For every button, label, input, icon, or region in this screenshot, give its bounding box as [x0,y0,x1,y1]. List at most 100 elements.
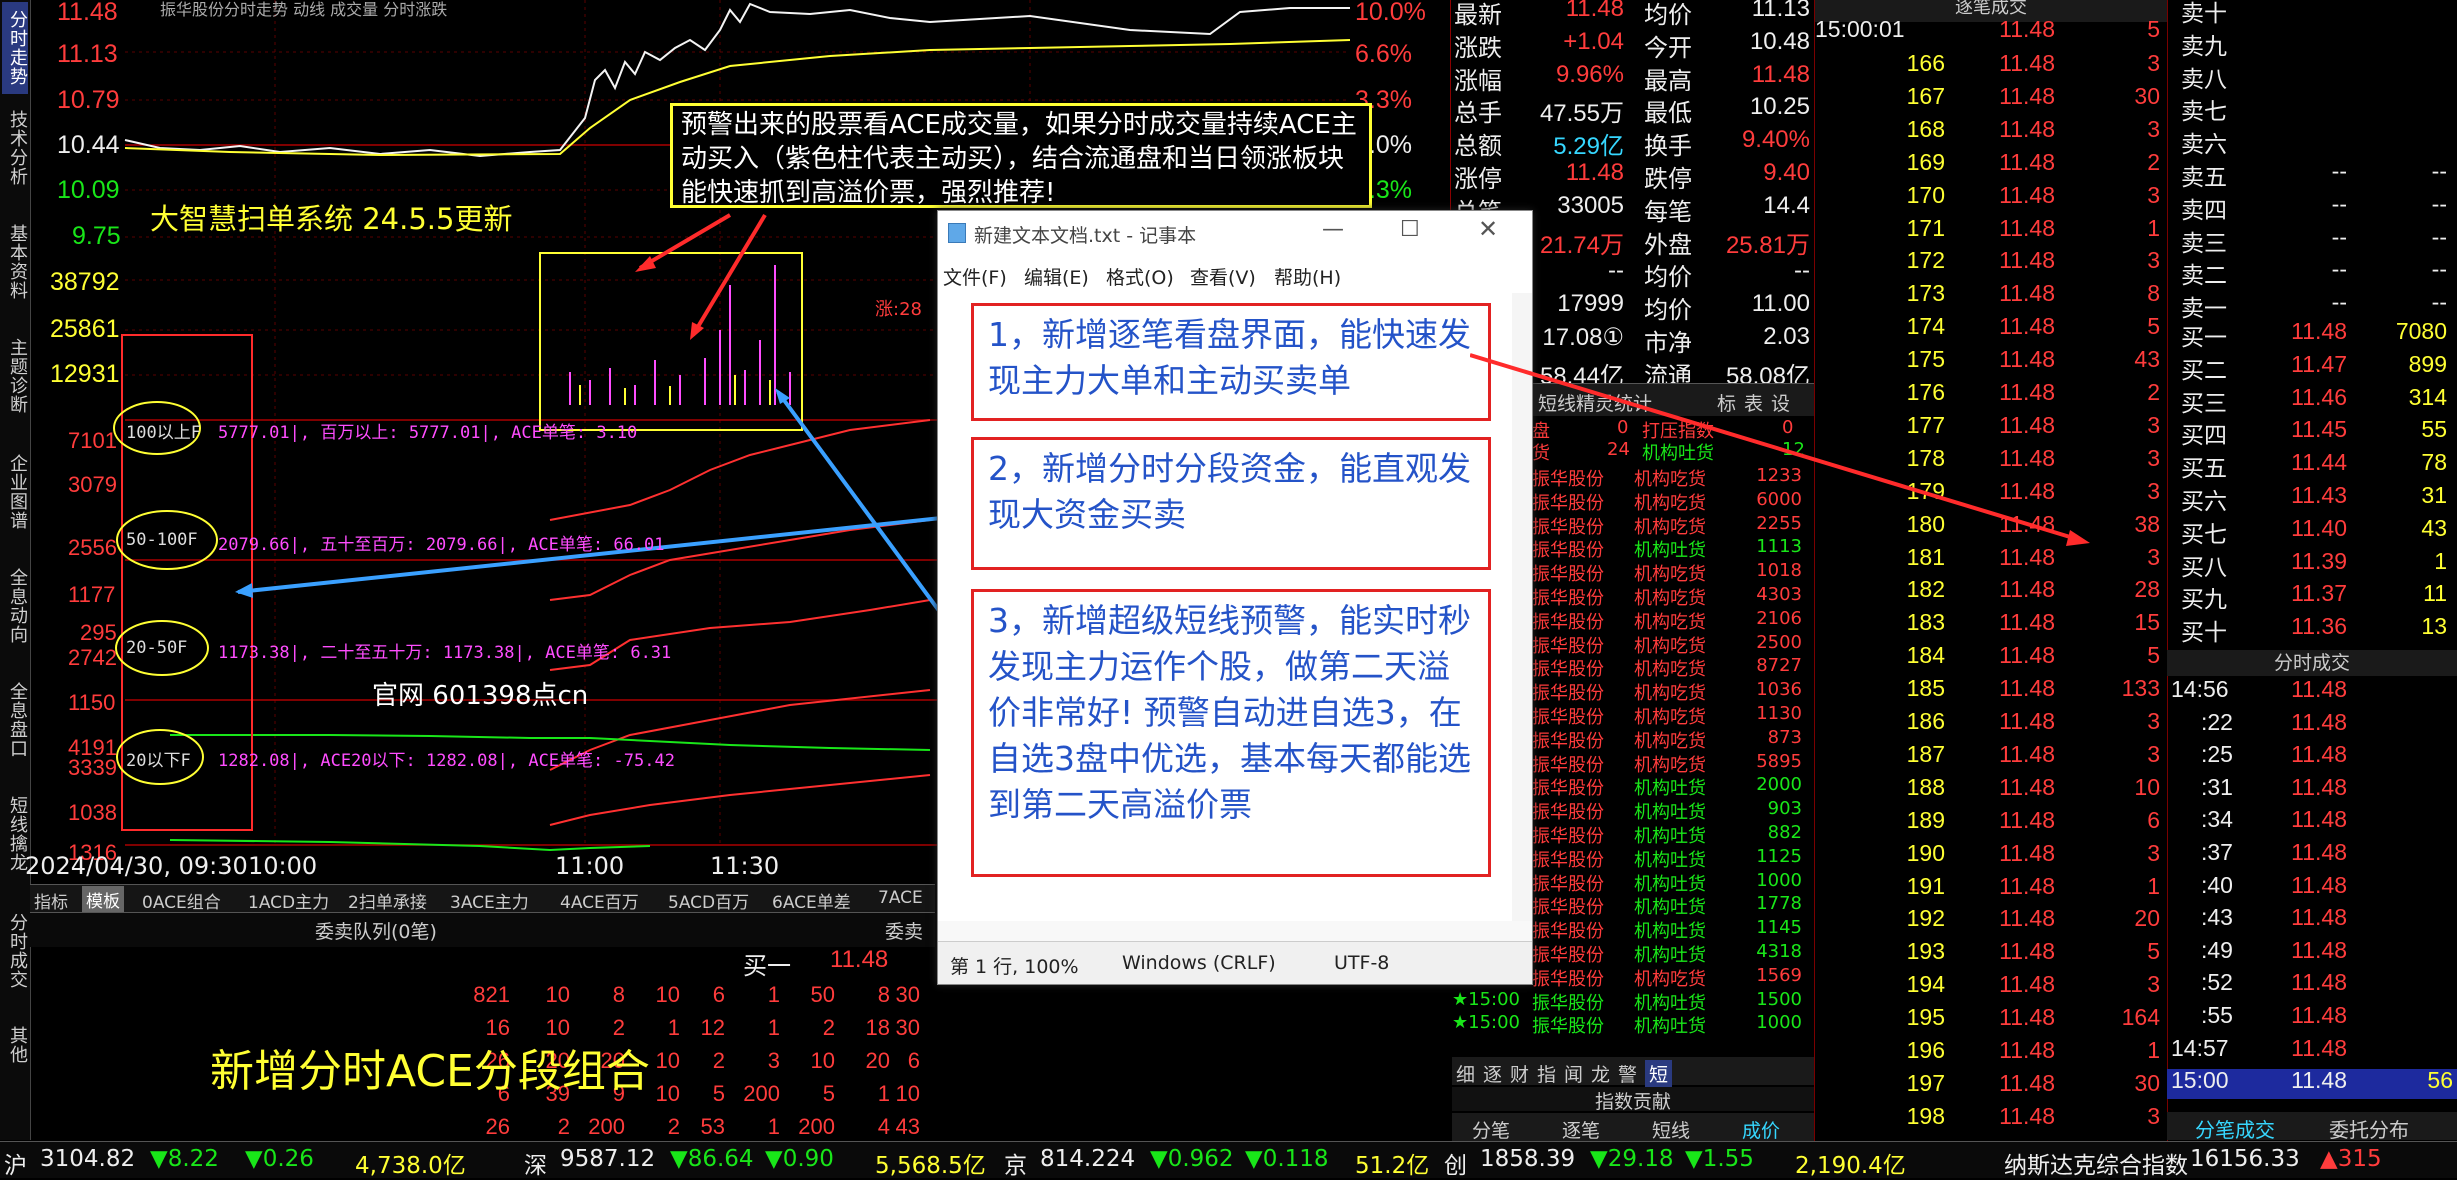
notepad-window[interactable]: 新建文本文档.txt - 记事本 — ☐ ✕ 文件(F) 编辑(E) 格式(O)… [937,210,1533,985]
short-bottom-tab[interactable]: 龙 [1591,1060,1610,1087]
tick-seq: 195 [1906,1004,1945,1031]
short-item-vol: 1145 [1756,917,1802,939]
sub-label-7: 1150 [68,690,116,715]
ticker-chg: ▼8.22 [150,1146,219,1172]
buy-queue-cell: 26 [485,1114,510,1139]
buy-queue-cell: 10 [810,1048,835,1073]
short-tab2[interactable]: 短线 [1652,1116,1690,1143]
tick-seq: 173 [1906,280,1945,307]
quote-label-2: 均价 [1644,297,1692,325]
menu-file[interactable]: 文件(F) [943,263,1007,290]
menu-format[interactable]: 格式(O) [1106,263,1174,290]
tab-theme[interactable]: 主题诊断 [2,332,28,420]
time-label-1100: 11:00 [555,852,625,880]
buy-vol: 1 [2434,547,2447,574]
short-item-type: 机构吃货 [1634,683,1706,705]
tick-price: 11.48 [1999,313,2055,340]
sell-level: 卖三 [2181,229,2227,256]
tab-intraday[interactable]: 分时走势 [2,2,28,94]
tab-ace-main[interactable]: 3ACE主力 [450,888,529,913]
tab-holo-book[interactable]: 全息盘口 [2,676,28,764]
tab-ace-diff[interactable]: 6ACE单差 [772,888,851,913]
ticker-chg: ▼29.18 [1590,1146,1674,1172]
notepad-titlebar[interactable]: 新建文本文档.txt - 记事本 — ☐ ✕ [938,211,1532,255]
short-bottom-tab[interactable]: 闻 [1564,1060,1583,1087]
buy-price: 11.39 [2291,547,2347,574]
ticker-chg: ▲315 [2320,1146,2382,1172]
short-item-stock: 振华股份 [1532,921,1604,943]
buy-queue-price: 11.48 [830,946,889,973]
short-tab2[interactable]: 分笔 [1472,1116,1510,1143]
tab-tick-trade[interactable]: 分时成交 [2,904,28,998]
tab-indicator[interactable]: 指标 [34,888,68,913]
menu-help[interactable]: 帮助(H) [1274,263,1341,290]
short-star-time: ★15:00 [1452,988,1521,1010]
index-ticker: 沪 3104.82 ▼8.22 ▼0.26 4,738.0亿 深 9587.12 ▼86.64… [0,1141,2457,1179]
short-bottom-tab[interactable]: 财 [1510,1060,1529,1087]
tick-vol: 1 [2147,1037,2160,1063]
notepad-textarea[interactable]: 1，新增逐笔看盘界面，能快速发现主力大单和主动买卖单 2，新增分时分段资金，能直… [938,293,1512,921]
short-item-stock: 振华股份 [1532,849,1604,871]
tab-template[interactable]: 模板 [82,886,124,913]
tab-ace-million[interactable]: 4ACE百万 [560,888,639,913]
sell-level: 卖十 [2181,0,2227,26]
notepad-hscroll[interactable] [938,921,1532,941]
tick-vol: 3 [2147,115,2160,142]
status-encoding: UTF-8 [1334,952,1390,974]
sub-label-9: 3339 [68,755,117,780]
tab-ace-combo[interactable]: 0ACE组合 [142,888,221,913]
close-icon[interactable]: ✕ [1478,215,1498,243]
short-item-type: 机构吃货 [1634,588,1706,609]
index-contrib[interactable]: 指数贡献 [1452,1087,1814,1113]
ticker-chg: ▼86.64 [670,1146,754,1172]
sell-level: 卖五 [2181,164,2227,190]
tick-first-time: 15:00:01 [1815,16,1905,42]
short-item-type: 机构吃货 [1634,754,1706,776]
orderbook-panel: 卖十 卖九 卖八 卖七 卖六 卖五 -- -- 卖四 -- -- 卖三 -- -- 卖二 -- -- 卖一 -- --… [2167,0,2457,1143]
short-item-stock: 振华股份 [1532,730,1604,752]
tab-order-dist[interactable]: 委托分布 [2329,1114,2409,1143]
tick-seq: 168 [1906,115,1945,142]
quote-value: 11.48 [1565,159,1624,186]
buy-queue-cell: 2 [712,1048,725,1073]
short-tab2[interactable]: 成价 [1742,1116,1780,1143]
buy-queue-cell: 1 [767,1015,780,1040]
ticker-amt: 4,738.0亿 [355,1153,466,1179]
tick-price: 11.48 [1999,50,2055,76]
menu-view[interactable]: 查看(V) [1190,263,1256,290]
minimize-icon[interactable]: — [1322,217,1344,242]
tab-enterprise[interactable]: 企业图谱 [2,448,28,536]
orderbook-tabs: 分笔成交 委托分布 [2167,1112,2457,1143]
short-item-vol: 1130 [1756,703,1802,724]
queue-title-2: 委卖 [885,921,924,943]
tick-seq: 191 [1906,872,1945,899]
ticker-amt: 5,568.5亿 [875,1153,986,1179]
tab-other[interactable]: 其他 [2,1020,28,1070]
ticker-chg: ▼0.962 [1150,1146,1234,1172]
tick-vol: 164 [2121,1004,2160,1031]
sub-label-1: 7101 [68,428,117,453]
tick-price: 11.48 [1999,181,2055,208]
tab-holo-trend[interactable]: 全息动向 [2,562,28,650]
tick-seq: 193 [1906,938,1945,965]
tick-vol: 8 [2147,280,2160,307]
short-bottom-tab[interactable]: 短 [1645,1060,1673,1087]
tab-technical[interactable]: 技术分析 [2,104,28,192]
short-bottom-tab[interactable]: 逐 [1483,1060,1502,1087]
tick-vol: 20 [2134,905,2160,932]
tick-vol: 10 [2134,773,2160,800]
maximize-icon[interactable]: ☐ [1400,217,1420,242]
tick-seq: 194 [1906,971,1945,998]
short-bottom-tab[interactable]: 指 [1537,1060,1556,1087]
short-tab2[interactable]: 逐笔 [1562,1116,1600,1143]
tab-acd-main[interactable]: 1ACD主力 [248,888,329,913]
tab-acd-million[interactable]: 5ACD百万 [668,888,749,913]
tab-fundamentals[interactable]: 基本资料 [2,218,28,306]
short-bottom-tab[interactable]: 细 [1456,1060,1475,1087]
quote-value-2: 9.40 [1763,159,1810,186]
sell-vol: -- [2431,190,2447,217]
tab-sweep[interactable]: 2扫单承接 [348,888,427,913]
menu-edit[interactable]: 编辑(E) [1024,263,1089,290]
tab-tick-trades[interactable]: 分笔成交 [2195,1114,2275,1143]
short-bottom-tab[interactable]: 警 [1618,1060,1637,1087]
